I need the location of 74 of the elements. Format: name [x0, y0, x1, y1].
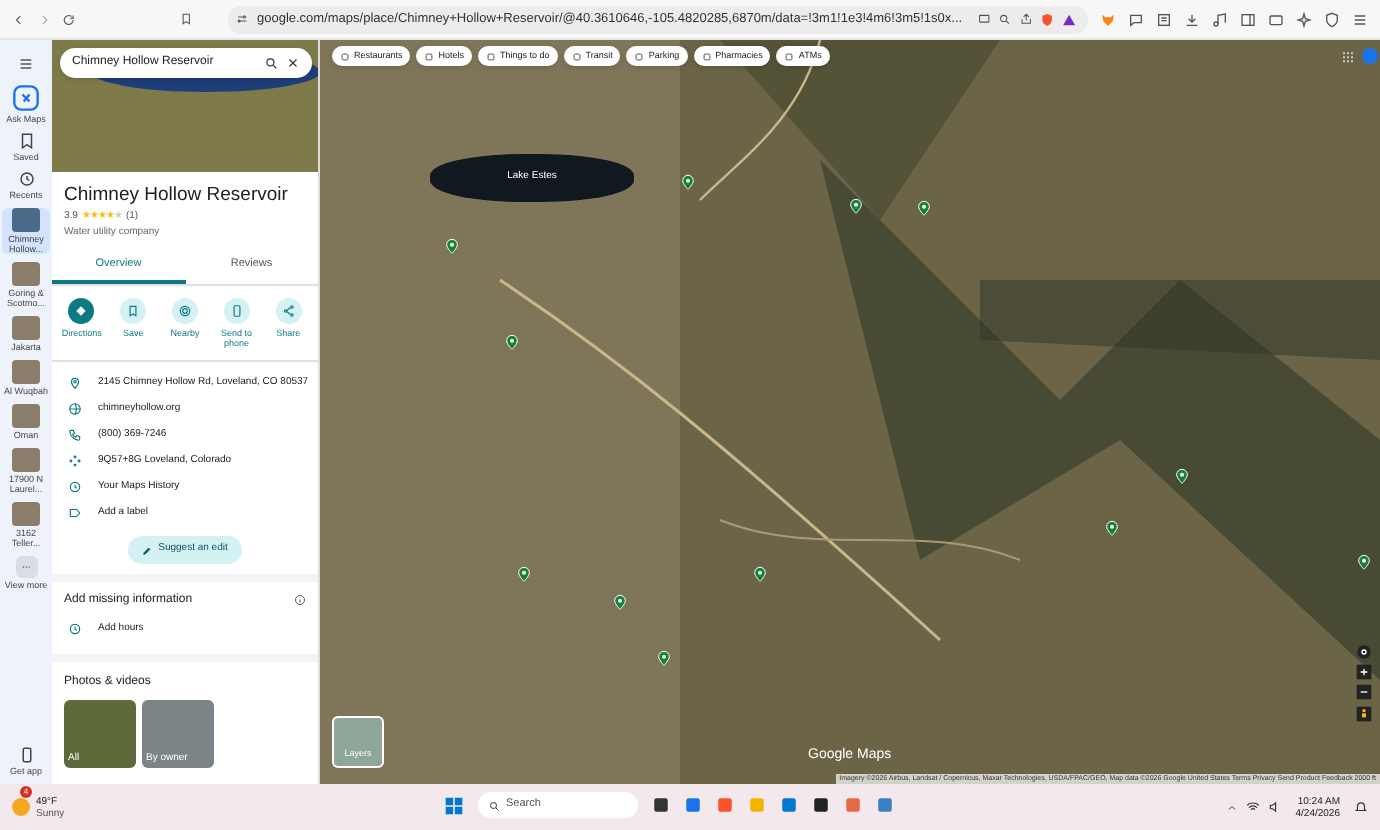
share-icon[interactable] [1019, 12, 1032, 26]
map-pin-icon [1356, 552, 1372, 572]
phone-icon [17, 746, 35, 764]
cast-icon[interactable] [978, 12, 991, 26]
weather-sun-icon [12, 798, 30, 816]
apps-grid-icon[interactable] [1340, 50, 1356, 66]
share-icon [281, 304, 296, 319]
map-pin-icon [1174, 466, 1190, 486]
clock-icon [68, 622, 82, 637]
map-pin-icon [612, 592, 628, 612]
compass-icon[interactable] [1356, 644, 1372, 660]
reload-icon[interactable] [62, 11, 77, 27]
thumbnail-placeholder [12, 360, 40, 384]
back-icon[interactable] [12, 11, 26, 27]
pencil-icon [142, 545, 153, 555]
save-icon [126, 304, 141, 319]
history-icon [68, 480, 82, 495]
pluscode-icon [68, 454, 82, 469]
bookmark-icon [17, 132, 35, 150]
search-icon [488, 799, 500, 811]
map-pin-icon [848, 196, 864, 216]
wifi-icon[interactable] [1245, 800, 1260, 814]
map-pin-icon [516, 564, 532, 584]
speaker-icon[interactable] [1267, 800, 1282, 814]
reader-icon[interactable] [1156, 11, 1173, 27]
nearby-icon [177, 304, 192, 319]
close-icon[interactable] [286, 56, 300, 70]
menu-icon[interactable] [1352, 11, 1369, 27]
chat-icon[interactable] [1128, 11, 1145, 27]
category-icon [571, 51, 582, 61]
windows-start-icon[interactable] [444, 795, 464, 815]
category-icon [424, 51, 435, 61]
wallet-icon[interactable] [1268, 11, 1285, 27]
notification-bell-icon[interactable] [1354, 800, 1368, 814]
map-pin-icon [916, 198, 932, 218]
download-icon[interactable] [1184, 11, 1201, 27]
category-icon [701, 51, 712, 61]
vpn-icon[interactable] [1324, 11, 1341, 27]
phone-icon [68, 428, 82, 443]
triangle-icon[interactable] [1061, 11, 1077, 27]
thumbnail-placeholder [12, 208, 40, 232]
map-pin-icon [504, 332, 520, 352]
menu-icon[interactable] [18, 56, 34, 72]
category-icon [634, 51, 645, 61]
sparkle-icon[interactable] [1296, 11, 1313, 27]
directions-icon [74, 304, 89, 319]
music-icon[interactable] [1212, 11, 1229, 27]
website-icon [68, 402, 82, 417]
site-info-icon[interactable] [236, 12, 249, 26]
shield-icon[interactable] [1039, 11, 1054, 27]
thumbnail-placeholder [12, 502, 40, 526]
phone-icon [229, 304, 244, 319]
place-title: Chimney Hollow Reservoir [64, 184, 290, 208]
category-icon [784, 51, 795, 61]
label-icon [68, 506, 82, 521]
thumbnail-placeholder [12, 448, 40, 472]
map-pin-icon [752, 564, 768, 584]
info-icon[interactable] [294, 594, 306, 607]
thumbnail-placeholder [12, 262, 40, 286]
thumbnail-placeholder [12, 404, 40, 428]
map-pin-icon [656, 648, 672, 668]
map-pin-icon [1104, 518, 1120, 538]
history-icon [17, 170, 35, 188]
sidebar-icon[interactable] [1240, 11, 1257, 27]
category-icon [486, 51, 497, 61]
chevron-up-icon[interactable] [1225, 801, 1238, 813]
bookmark-icon[interactable] [180, 12, 193, 26]
address-icon [68, 376, 82, 391]
thumbnail-placeholder [12, 316, 40, 340]
map-pin-icon [444, 236, 460, 256]
map-pin-icon [680, 172, 696, 192]
search-icon[interactable] [264, 56, 278, 70]
zoom-icon[interactable] [998, 12, 1012, 26]
category-icon [340, 51, 350, 61]
